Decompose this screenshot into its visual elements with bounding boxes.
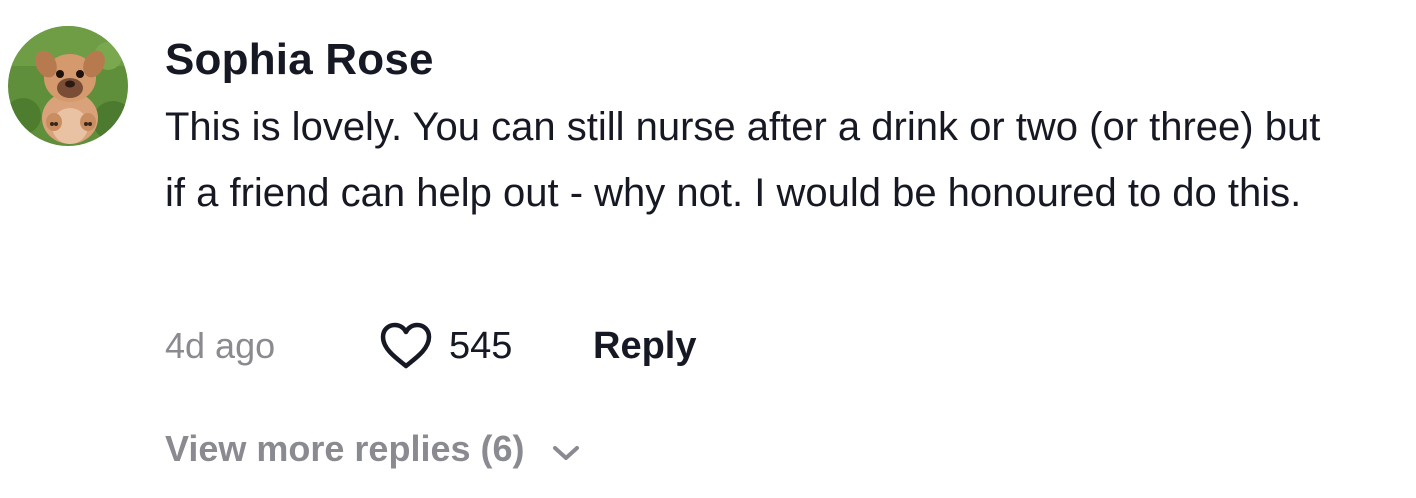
username[interactable]: Sophia Rose — [165, 30, 1365, 90]
like-button[interactable]: 545 — [379, 321, 593, 371]
reply-button[interactable]: Reply — [593, 325, 696, 368]
dog-avatar-icon — [8, 26, 128, 146]
like-count: 545 — [449, 324, 513, 367]
comment-timestamp: 4d ago — [165, 325, 276, 366]
heart-outline-icon[interactable] — [379, 321, 433, 371]
view-more-replies-label: View more replies (6) — [165, 428, 525, 469]
comment-item: Sophia Rose This is lovely. You can stil… — [0, 0, 1416, 498]
comment-actions: 4d ago 545 Reply — [165, 316, 696, 376]
view-more-replies-button[interactable]: View more replies (6) — [165, 428, 581, 470]
user-avatar[interactable] — [8, 26, 128, 146]
chevron-down-icon — [551, 443, 581, 463]
comment-content: Sophia Rose This is lovely. You can stil… — [165, 30, 1365, 226]
comment-text: This is lovely. You can still nurse afte… — [165, 105, 1321, 215]
